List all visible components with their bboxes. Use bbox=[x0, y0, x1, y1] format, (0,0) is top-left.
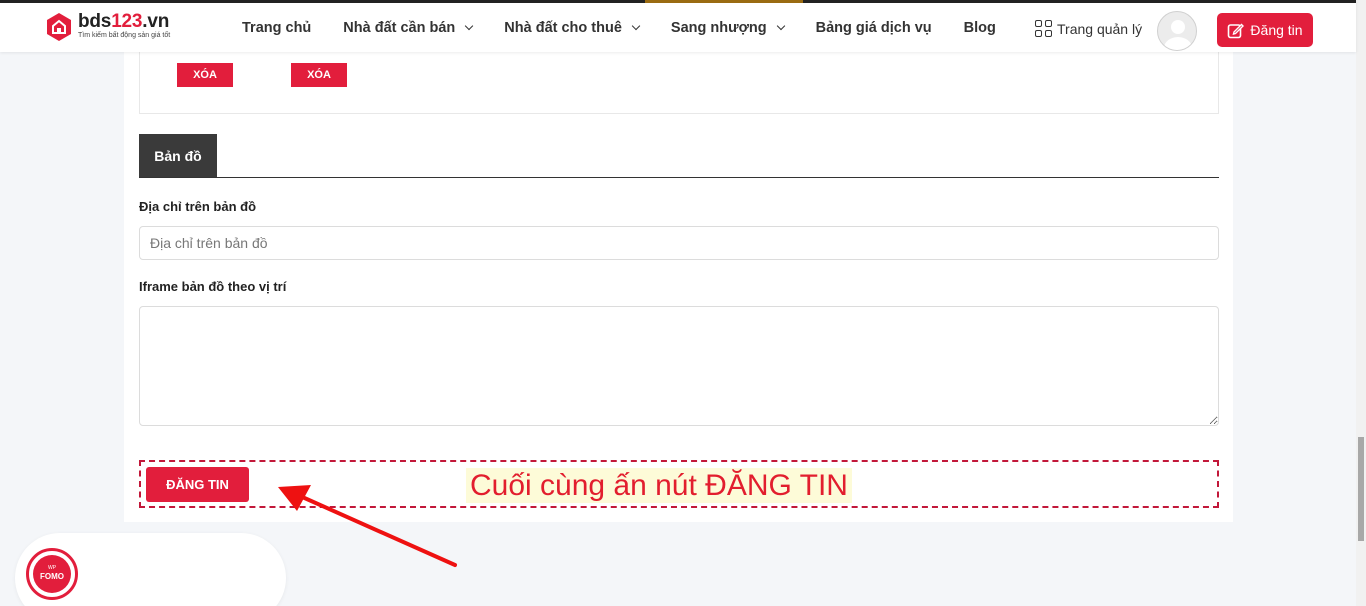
chevron-down-icon bbox=[776, 21, 785, 30]
map-iframe-textarea[interactable] bbox=[139, 306, 1219, 426]
instruction-annotation: Cuối cùng ấn nút ĐĂNG TIN bbox=[466, 468, 852, 503]
delete-image-button[interactable]: XÓA bbox=[291, 63, 347, 87]
chevron-down-icon bbox=[465, 21, 474, 30]
manage-link[interactable]: Trang quản lý bbox=[1035, 20, 1142, 37]
manage-label: Trang quản lý bbox=[1057, 20, 1143, 37]
nav-item-for-rent[interactable]: Nhà đất cho thuê bbox=[504, 20, 641, 36]
main-nav: Trang chủ Nhà đất cần bán Nhà đất cho th… bbox=[242, 3, 1028, 52]
tab-divider bbox=[139, 177, 1219, 178]
user-avatar-icon[interactable] bbox=[1157, 11, 1197, 51]
edit-icon bbox=[1228, 23, 1245, 38]
house-icon bbox=[47, 13, 71, 41]
post-listing-button[interactable]: Đăng tin bbox=[1217, 13, 1313, 47]
fomo-badge-icon: WP FOMO bbox=[26, 548, 78, 600]
image-upload-box: XÓA XÓA bbox=[139, 52, 1219, 114]
tab-map[interactable]: Bản đồ bbox=[139, 134, 217, 177]
site-header: bds123.vn Tìm kiếm bất động sản giá tốt … bbox=[0, 0, 1356, 52]
logo-wordmark: bds123.vn bbox=[78, 11, 170, 32]
site-logo[interactable]: bds123.vn Tìm kiếm bất động sản giá tốt bbox=[46, 12, 170, 42]
map-address-input[interactable] bbox=[139, 226, 1219, 260]
chevron-down-icon bbox=[631, 21, 641, 30]
notification-widget[interactable]: WP FOMO bbox=[15, 533, 286, 606]
iframe-label: Iframe bản đồ theo vị trí bbox=[139, 279, 287, 294]
nav-item-transfer[interactable]: Sang nhượng bbox=[671, 20, 785, 36]
nav-item-for-sale[interactable]: Nhà đất cần bán bbox=[343, 20, 474, 36]
submit-post-button[interactable]: ĐĂNG TIN bbox=[146, 467, 249, 502]
nav-item-blog[interactable]: Blog bbox=[964, 20, 996, 36]
grid-icon bbox=[1035, 20, 1052, 37]
address-label: Địa chỉ trên bản đồ bbox=[139, 199, 257, 214]
nav-item-home[interactable]: Trang chủ bbox=[242, 20, 311, 36]
page-scrollbar[interactable] bbox=[1356, 0, 1366, 606]
delete-image-button[interactable]: XÓA bbox=[177, 63, 233, 87]
post-listing-label: Đăng tin bbox=[1250, 22, 1303, 38]
scrollbar-thumb[interactable] bbox=[1358, 437, 1364, 541]
post-form-card: XÓA XÓA Bản đồ Địa chỉ trên bản đồ Ifram… bbox=[124, 52, 1233, 522]
nav-item-pricing[interactable]: Bảng giá dịch vụ bbox=[816, 20, 932, 36]
logo-tagline: Tìm kiếm bất động sản giá tốt bbox=[78, 32, 171, 39]
